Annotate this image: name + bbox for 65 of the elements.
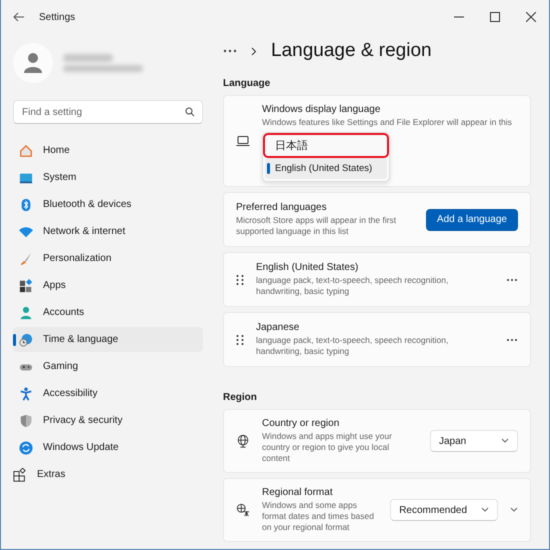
drag-handle-icon[interactable] (236, 274, 244, 286)
chevron-down-icon (481, 507, 489, 514)
nav-item[interactable]: Apps (13, 273, 203, 298)
more-icon[interactable] (506, 338, 518, 342)
monitor-icon (19, 170, 33, 184)
drag-handle-icon[interactable] (236, 334, 244, 346)
back-icon[interactable] (13, 12, 25, 22)
apps-icon (19, 278, 33, 292)
setting-description: Windows features like Settings and File Explorer will appear in this (262, 117, 513, 128)
blurred-name (63, 54, 113, 62)
sync-icon (19, 440, 33, 454)
setting-description: Microsoft Store apps will appear in the first supported language in this list (236, 214, 398, 238)
nav-item[interactable]: Windows Update (13, 435, 203, 460)
more-icon[interactable] (506, 278, 518, 282)
window-title: Settings (39, 12, 76, 22)
setting-title: Windows display language (262, 104, 382, 115)
more-icon[interactable] (223, 49, 237, 53)
nav-item[interactable]: Accessibility (13, 381, 203, 406)
globe-icon (236, 434, 250, 448)
setting-title: Regional format (262, 487, 334, 498)
avatar (13, 43, 53, 83)
person-icon (19, 306, 33, 320)
expand-icon (510, 507, 518, 514)
close-icon[interactable] (526, 12, 536, 22)
language-name: English (United States) (256, 262, 360, 273)
language-features: language pack, text-to-speech, speech recognition, handwriting, basic typing (256, 274, 450, 298)
grid-icon (13, 468, 27, 482)
search-icon (185, 107, 195, 117)
language-format-icon (236, 503, 250, 518)
dropdown[interactable]: Recommended (390, 499, 498, 522)
nav-item[interactable]: System (13, 165, 203, 190)
section-heading: Region (223, 392, 258, 403)
chevron-right-icon (251, 46, 257, 56)
nav-item[interactable]: Privacy & security (13, 408, 203, 433)
section-heading: Language (223, 78, 272, 89)
dropdown-option[interactable]: 日本語 (265, 135, 387, 156)
setting-title: Country or region (262, 418, 340, 429)
globe-clock-icon (19, 332, 33, 346)
page-title: Language & region (271, 40, 432, 62)
nav-item[interactable]: Network & internet (13, 219, 203, 244)
dropdown-option[interactable]: English (United States) (265, 158, 387, 179)
wifi-icon (19, 224, 33, 238)
language-name: Japanese (256, 322, 300, 333)
maximize-icon[interactable] (490, 12, 500, 22)
chevron-down-icon (501, 438, 509, 444)
home-icon (19, 144, 33, 158)
setting-description: Windows and apps might use your country or region to give you local content (262, 431, 392, 464)
nav-item[interactable]: Gaming (13, 354, 203, 379)
add-language-button[interactable]: Add a language (426, 208, 518, 230)
setting-description: Windows and some apps format dates and times based on your regional format (262, 500, 375, 534)
nav-item[interactable]: Bluetooth & devices (13, 192, 203, 217)
accessibility-icon (19, 386, 33, 400)
extras-item[interactable]: Extras (13, 462, 203, 487)
nav-item[interactable]: Personalization (13, 246, 203, 271)
nav-item[interactable]: Accounts (13, 300, 203, 325)
nav-item[interactable]: Time & language (13, 327, 203, 352)
bluetooth-icon (19, 198, 33, 212)
laptop-icon (236, 135, 250, 147)
shield-icon (19, 414, 33, 428)
dropdown[interactable]: Japan (430, 430, 518, 452)
language-features: language pack, text-to-speech, speech recognition, handwriting, basic typing (256, 334, 450, 358)
brush-icon (19, 252, 33, 266)
nav-item[interactable]: Home (13, 138, 203, 163)
search-field[interactable]: Find a setting (13, 100, 203, 124)
setting-title: Preferred languages (236, 202, 328, 213)
